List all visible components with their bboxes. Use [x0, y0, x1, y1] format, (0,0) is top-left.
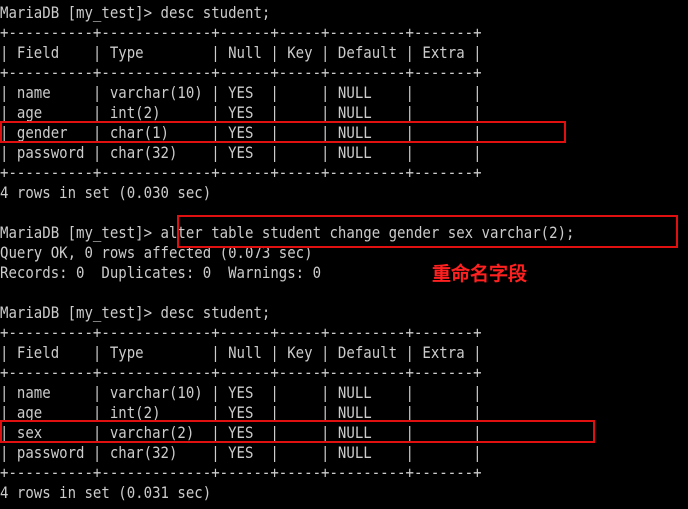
terminal-line-rows-in-set: 4 rows in set (0.030 sec) [0, 183, 212, 202]
terminal-line-table-border: +----------+-------------+------+-----+-… [0, 323, 482, 342]
terminal-line-row-name: | name | varchar(10) | YES | | NULL | | [0, 83, 482, 102]
terminal-line-table-border: +----------+-------------+------+-----+-… [0, 363, 482, 382]
terminal-line-rows-in-set: 4 rows in set (0.031 sec) [0, 483, 212, 502]
terminal-line-table-header: | Field | Type | Null | Key | Default | … [0, 343, 482, 362]
terminal-line-prompt-desc-1: MariaDB [my_test]> desc student; [0, 3, 271, 22]
terminal-line-row-age: | age | int(2) | YES | | NULL | | [0, 103, 482, 122]
terminal-line-table-border: +----------+-------------+------+-----+-… [0, 163, 482, 182]
terminal-line-table-border: +----------+-------------+------+-----+-… [0, 63, 482, 82]
highlight-box-gender-row [0, 121, 566, 143]
terminal-line-table-border: +----------+-------------+------+-----+-… [0, 463, 482, 482]
terminal-line-row-password: | password | char(32) | YES | | NULL | | [0, 143, 482, 162]
terminal-line-table-border: +----------+-------------+------+-----+-… [0, 23, 482, 42]
terminal-line-row-name: | name | varchar(10) | YES | | NULL | | [0, 383, 482, 402]
terminal-window[interactable]: MariaDB [my_test]> desc student; +------… [0, 0, 688, 509]
highlight-box-sex-row [0, 420, 595, 443]
terminal-line-prompt-desc-2: MariaDB [my_test]> desc student; [0, 303, 271, 322]
highlight-box-alter-command [177, 215, 678, 248]
terminal-line-row-password: | password | char(32) | YES | | NULL | | [0, 443, 482, 462]
terminal-line-records: Records: 0 Duplicates: 0 Warnings: 0 [0, 263, 322, 282]
rename-field-annotation: 重命名字段 [432, 263, 528, 285]
terminal-line-table-header: | Field | Type | Null | Key | Default | … [0, 43, 482, 62]
